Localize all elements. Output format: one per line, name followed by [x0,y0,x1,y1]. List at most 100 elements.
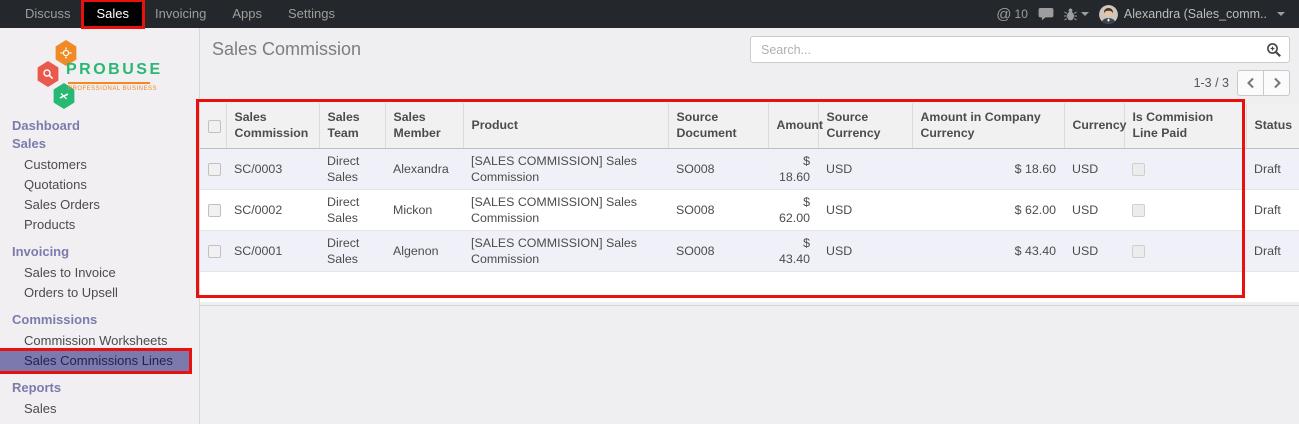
sidebar-item-commission-worksheets[interactable]: Commission Worksheets [0,331,189,351]
cell-source-currency[interactable]: USD [818,230,912,271]
cell-amount-company[interactable]: $ 43.40 [912,230,1064,271]
cell-member[interactable]: Algenon [385,230,463,271]
cell-currency[interactable]: USD [1064,148,1124,189]
topbar: DiscussSalesInvoicingAppsSettings @ 10 [0,0,1299,28]
chevron-down-icon [1081,12,1089,16]
topbar-right: @ 10 [996,5,1299,24]
col-sales-commission[interactable]: Sales Commission [226,103,319,148]
cell-paid[interactable] [1124,148,1246,189]
brand-name: PROBUSE [66,61,163,79]
row-checkbox[interactable] [208,163,221,176]
cell-name[interactable]: SC/0001 [226,230,319,271]
is-paid-checkbox [1132,245,1145,258]
sidebar-section-reports[interactable]: Reports [0,380,189,396]
cell-amount[interactable]: $ 43.40 [768,230,818,271]
debug-menu[interactable] [1064,7,1089,22]
col-source-document[interactable]: Source Document [668,103,768,148]
mentions-counter[interactable]: @ 10 [996,6,1028,23]
sidebar-section-dashboard[interactable]: Dashboard [0,118,189,134]
cell-source-document[interactable]: SO008 [668,189,768,230]
search-icon[interactable] [1266,42,1282,63]
cell-member[interactable]: Mickon [385,189,463,230]
cell-source-document[interactable]: SO008 [668,230,768,271]
search-input[interactable] [750,36,1290,63]
cell-paid[interactable] [1124,230,1246,271]
search-bar [750,36,1290,63]
sidebar-item-quotations[interactable]: Quotations [0,175,189,195]
row-checkbox[interactable] [208,204,221,217]
topnav-apps[interactable]: Apps [219,0,275,28]
table-header-row: Sales CommissionSales TeamSales MemberPr… [200,103,1299,148]
col-status[interactable]: Status [1246,103,1299,148]
sidebar-item-sales-commissions-lines[interactable]: Sales Commissions Lines [0,351,189,371]
user-avatar [1099,5,1118,24]
app-logo: PROBUSE PROFESSIONAL BUSINESS [28,40,178,112]
cell-name[interactable]: SC/0003 [226,148,319,189]
cell-status[interactable]: Draft [1246,189,1299,230]
topnav-discuss[interactable]: Discuss [12,0,84,28]
sidebar-section-commissions[interactable]: Commissions [0,312,189,328]
sidebar-item-sales-to-invoice[interactable]: Sales to Invoice [0,263,189,283]
pager: 1-3 / 3 [1194,70,1290,96]
sidebar-item-sales[interactable]: Sales [0,399,189,419]
select-all-checkbox[interactable] [208,120,221,133]
topnav-settings[interactable]: Settings [275,0,348,28]
cell-amount[interactable]: $ 62.00 [768,189,818,230]
col-source-currency[interactable]: Source Currency [818,103,912,148]
messages-icon[interactable] [1038,7,1054,21]
sidebar-section-sales[interactable]: Sales [0,136,189,152]
cell-status[interactable]: Draft [1246,148,1299,189]
col-amount-in-company-currency[interactable]: Amount in Company Currency [912,103,1064,148]
sidebar-item-sales-orders[interactable]: Sales Orders [0,195,189,215]
commission-table: Sales CommissionSales TeamSales MemberPr… [200,103,1299,272]
cell-amount-company[interactable]: $ 18.60 [912,148,1064,189]
page-title: Sales Commission [212,39,361,60]
row-checkbox[interactable] [208,245,221,258]
cell-amount[interactable]: $ 18.60 [768,148,818,189]
col-sales-member[interactable]: Sales Member [385,103,463,148]
topnav-sales[interactable]: Sales [84,2,143,26]
cell-team[interactable]: Direct Sales [319,189,385,230]
mentions-count: 10 [1015,7,1028,21]
brand-tagline: PROFESSIONAL BUSINESS [68,82,150,92]
main-content: Sales Commission 1-3 / 3 Sa [200,28,1299,424]
select-all-header-cell [200,103,226,148]
cell-product[interactable]: [SALES COMMISSION] Sales Commission [463,148,668,189]
pager-next-button[interactable] [1263,70,1290,96]
cell-paid[interactable] [1124,189,1246,230]
row-select-cell [200,230,226,271]
col-product[interactable]: Product [463,103,668,148]
topnav-invoicing[interactable]: Invoicing [142,0,219,28]
cell-source-document[interactable]: SO008 [668,148,768,189]
cell-amount-company[interactable]: $ 62.00 [912,189,1064,230]
pager-previous-button[interactable] [1237,70,1264,96]
col-currency[interactable]: Currency [1064,103,1124,148]
cell-member[interactable]: Alexandra [385,148,463,189]
sidebar-item-products[interactable]: Products [0,215,189,235]
pager-range: 1-3 / 3 [1194,76,1229,90]
col-amount[interactable]: Amount [768,103,818,148]
cell-product[interactable]: [SALES COMMISSION] Sales Commission [463,189,668,230]
cell-currency[interactable]: USD [1064,230,1124,271]
content-divider [200,305,1299,306]
sidebar-item-orders-to-upsell[interactable]: Orders to Upsell [0,283,189,303]
cell-currency[interactable]: USD [1064,189,1124,230]
col-sales-team[interactable]: Sales Team [319,103,385,148]
cell-team[interactable]: Direct Sales [319,148,385,189]
cell-status[interactable]: Draft [1246,230,1299,271]
cell-source-currency[interactable]: USD [818,189,912,230]
sidebar-section-invoicing[interactable]: Invoicing [0,244,189,260]
user-menu[interactable]: Alexandra (Sales_comm.. [1099,5,1285,24]
cell-team[interactable]: Direct Sales [319,230,385,271]
is-paid-checkbox [1132,204,1145,217]
col-is-commision-line-paid[interactable]: Is Commision Line Paid [1124,103,1246,148]
table-row[interactable]: SC/0002Direct SalesMickon[SALES COMMISSI… [200,189,1299,230]
table-row[interactable]: SC/0003Direct SalesAlexandra[SALES COMMI… [200,148,1299,189]
user-name: Alexandra (Sales_comm.. [1124,7,1267,21]
sidebar-item-customers[interactable]: Customers [0,155,189,175]
row-select-cell [200,148,226,189]
table-row[interactable]: SC/0001Direct SalesAlgenon[SALES COMMISS… [200,230,1299,271]
cell-source-currency[interactable]: USD [818,148,912,189]
cell-name[interactable]: SC/0002 [226,189,319,230]
cell-product[interactable]: [SALES COMMISSION] Sales Commission [463,230,668,271]
